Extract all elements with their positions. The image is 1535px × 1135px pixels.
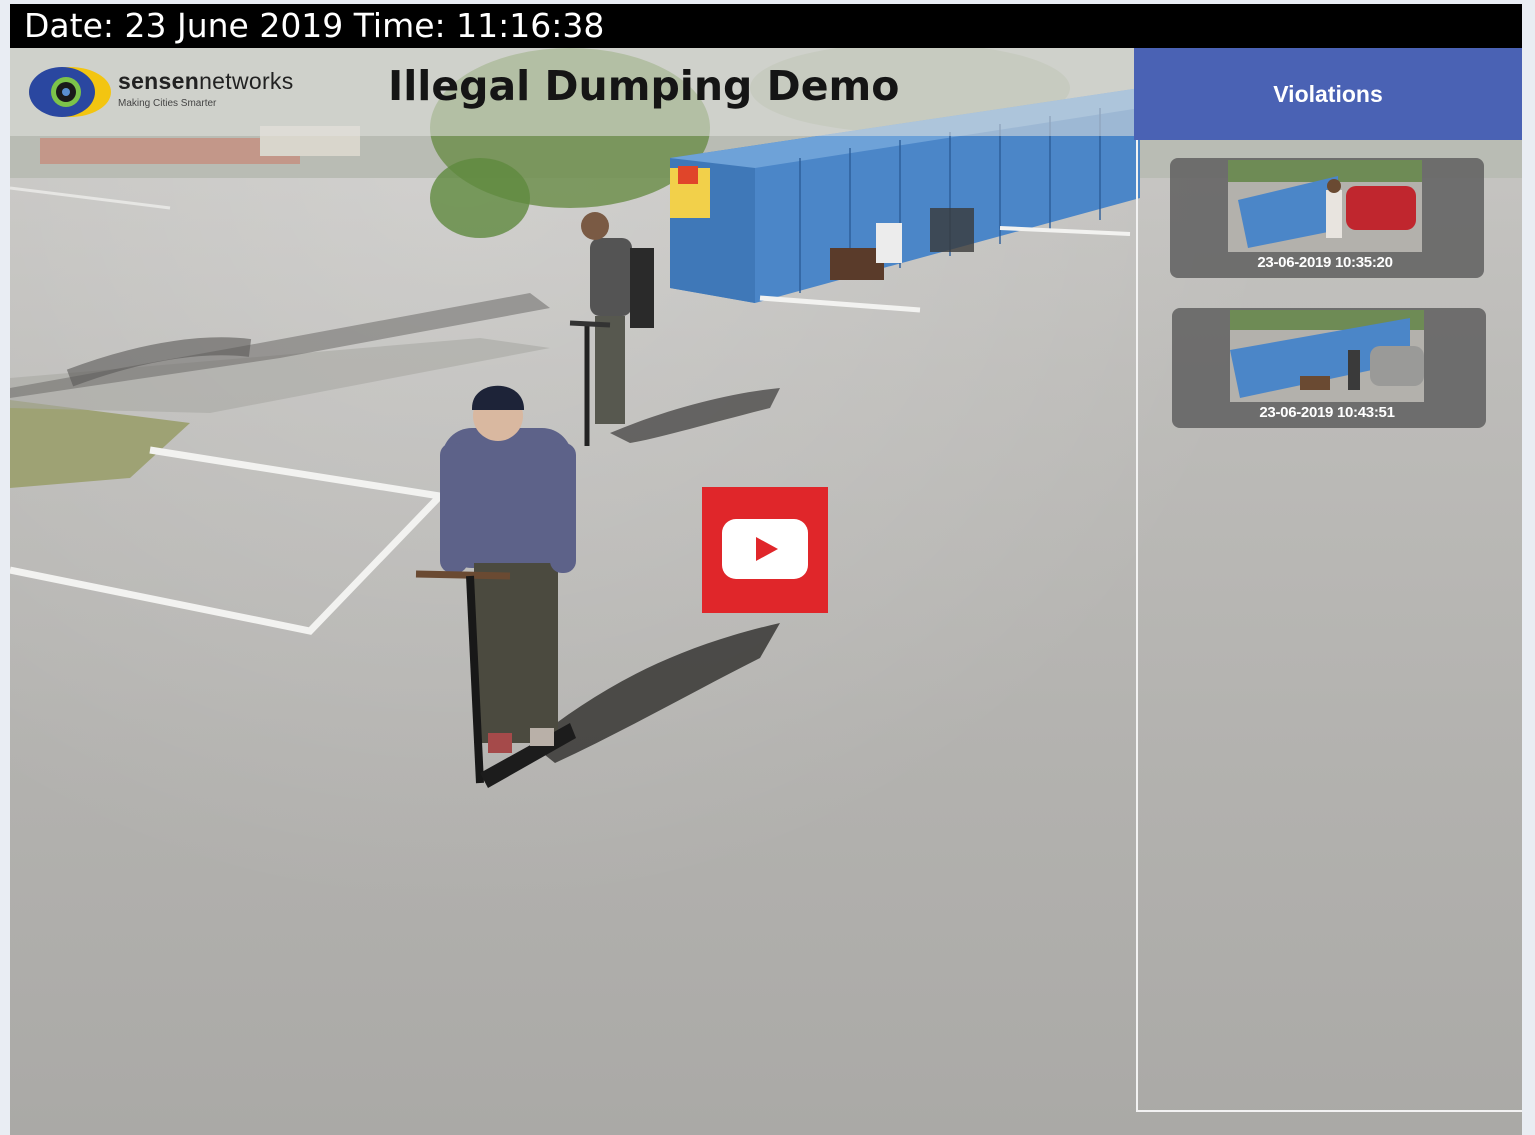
youtube-play-button[interactable] (702, 487, 828, 613)
camera-scene: sensennetworks Making Cities Smarter Ill… (10, 48, 1522, 1135)
logo-brand-bold: sensen (118, 68, 200, 94)
page-title: Illegal Dumping Demo (388, 62, 900, 110)
violation-thumbnail (1228, 160, 1422, 252)
violation-thumbnail (1230, 310, 1424, 402)
violation-timestamp: 23-06-2019 10:35:20 (1257, 254, 1393, 271)
violations-header-label: Violations (1273, 81, 1383, 107)
violation-timestamp: 23-06-2019 10:43:51 (1259, 404, 1395, 421)
date-time-text: Date: 23 June 2019 Time: 11:16:38 (24, 6, 605, 45)
violation-card[interactable]: 23-06-2019 10:43:51 (1172, 308, 1486, 428)
foreground-person (415, 385, 576, 788)
violation-card[interactable]: 23-06-2019 10:35:20 (1170, 158, 1484, 278)
violations-panel: 23-06-2019 10:35:20 23-06-2019 10:43:51 (1136, 140, 1522, 1112)
sensen-eye-icon (29, 67, 111, 117)
logo-wordmark: sensennetworks (118, 68, 294, 95)
youtube-play-icon (722, 519, 808, 579)
play-triangle-icon (756, 537, 778, 561)
logo-tagline: Making Cities Smarter (118, 98, 217, 109)
sensen-logo: sensennetworks Making Cities Smarter (28, 64, 318, 120)
video-frame: Date: 23 June 2019 Time: 11:16:38 sensen… (10, 4, 1522, 1135)
date-time-bar: Date: 23 June 2019 Time: 11:16:38 (10, 4, 1522, 48)
background-person (569, 212, 654, 446)
logo-brand-rest: networks (199, 68, 294, 94)
violations-header[interactable]: Violations (1134, 48, 1522, 140)
header-overlay: sensennetworks Making Cities Smarter Ill… (10, 48, 1134, 136)
